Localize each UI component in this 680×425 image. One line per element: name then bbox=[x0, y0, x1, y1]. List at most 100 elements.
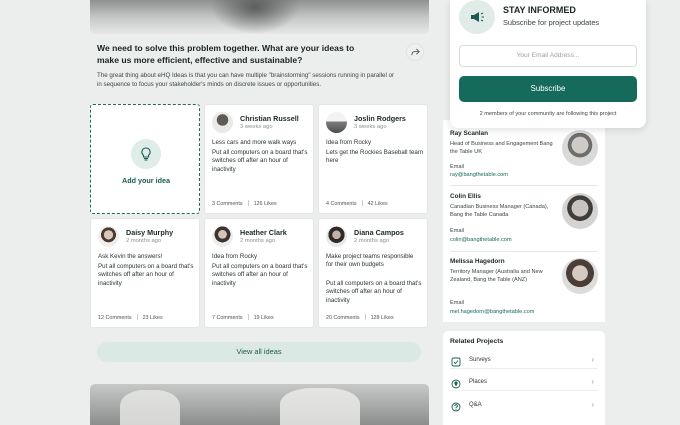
question-icon bbox=[450, 401, 461, 412]
contact-photo bbox=[562, 193, 598, 229]
related-item-qa[interactable]: Q&A › bbox=[450, 398, 598, 414]
avatar bbox=[326, 112, 347, 133]
related-item-surveys[interactable]: Surveys › bbox=[450, 353, 598, 369]
idea-stats: 20 Comments 128 Likes bbox=[326, 314, 394, 321]
contact-email-label: Email bbox=[450, 300, 464, 306]
related-item-label: Surveys bbox=[469, 357, 491, 363]
divider bbox=[450, 185, 598, 186]
stay-informed-subtitle: Subscribe for project updates bbox=[503, 18, 600, 27]
contact-role: Canadian Business Manager (Canada), Bang… bbox=[450, 204, 549, 218]
idea-title: Ask Kevin the answers! bbox=[98, 253, 163, 260]
divider bbox=[450, 251, 598, 252]
megaphone-icon-circle bbox=[459, 0, 495, 34]
idea-author: Christian Russell bbox=[240, 114, 299, 123]
idea-time: 2 months ago bbox=[354, 238, 390, 244]
share-icon bbox=[410, 48, 420, 55]
idea-body: Put all computers on a board that's swit… bbox=[326, 280, 422, 304]
avatar bbox=[98, 226, 119, 247]
idea-author: Diana Campos bbox=[354, 228, 404, 237]
avatar bbox=[212, 112, 233, 133]
idea-card[interactable]: Diana Campos 2 months ago Make project t… bbox=[318, 218, 428, 328]
add-idea-label: Add your idea bbox=[122, 176, 170, 185]
contact-card: Melissa Hagedorn Territory Manager (Aust… bbox=[450, 258, 600, 322]
avatar bbox=[212, 226, 233, 247]
idea-card[interactable]: Heather Clark 2 months ago Idea from Roc… bbox=[204, 218, 314, 328]
stay-informed-card: STAY INFORMED Subscribe for project upda… bbox=[450, 0, 646, 128]
add-idea-icon-circle bbox=[131, 139, 161, 169]
stay-informed-title: STAY INFORMED bbox=[503, 5, 576, 15]
chevron-right-icon: › bbox=[591, 377, 594, 386]
divider bbox=[450, 368, 598, 369]
hero-image-bottom bbox=[90, 384, 429, 425]
idea-likes: 126 Likes bbox=[253, 201, 277, 207]
contact-name: Colin Ellis bbox=[450, 193, 481, 200]
related-item-places[interactable]: Places › bbox=[450, 375, 598, 391]
idea-time: 2 months ago bbox=[240, 238, 276, 244]
idea-title: Less cars and more walk ways bbox=[212, 139, 297, 146]
lightbulb-icon bbox=[141, 147, 151, 161]
email-input[interactable]: Your Email Address... bbox=[459, 45, 637, 67]
idea-stats: 7 Comments 19 Likes bbox=[212, 314, 274, 321]
idea-card[interactable]: Christian Russell 3 weeks ago Less cars … bbox=[204, 104, 314, 214]
add-idea-card[interactable]: Add your idea bbox=[90, 104, 200, 214]
question-title: We need to solve this problem together. … bbox=[97, 43, 355, 65]
idea-author: Joslin Rodgers bbox=[354, 114, 406, 123]
contact-card: Colin Ellis Canadian Business Manager (C… bbox=[450, 193, 600, 253]
idea-body: Put all computers on a board that's swit… bbox=[212, 263, 308, 287]
followers-text: 2 members of your community are followin… bbox=[479, 111, 617, 117]
contact-role: Territory Manager (Australia and New Zea… bbox=[450, 269, 543, 283]
idea-comments: 4 Comments bbox=[326, 201, 357, 207]
idea-comments: 7 Comments bbox=[212, 315, 243, 321]
chevron-right-icon: › bbox=[591, 400, 594, 409]
idea-likes: 128 Likes bbox=[370, 315, 394, 321]
idea-stats: 4 Comments 42 Likes bbox=[326, 200, 388, 207]
idea-author: Heather Clark bbox=[240, 228, 287, 237]
idea-time: 3 weeks ago bbox=[240, 124, 273, 130]
idea-card[interactable]: Joslin Rodgers 3 weeks ago Idea from Roc… bbox=[318, 104, 428, 214]
related-projects-panel: Related Projects Surveys › Places › Q&A … bbox=[443, 331, 605, 425]
contact-email-label: Email bbox=[450, 228, 464, 234]
contact-name: Melissa Hagedorn bbox=[450, 258, 505, 265]
idea-stats: 3 Comments 126 Likes bbox=[212, 200, 277, 207]
contact-card: Ray Scanlan Head of Business and Engagem… bbox=[450, 130, 600, 190]
idea-card[interactable]: Daisy Murphy 2 months ago Ask Kevin the … bbox=[90, 218, 200, 328]
idea-title: Idea from Rocky bbox=[212, 253, 258, 260]
idea-body: Put all computers on a board that's swit… bbox=[212, 149, 308, 173]
contact-email[interactable]: mel.hagedorn@bangthetable.com bbox=[450, 309, 534, 315]
idea-title: Make project teams responsible for their… bbox=[326, 253, 414, 269]
contact-email[interactable]: ray@bangthetable.com bbox=[450, 172, 508, 178]
contact-email[interactable]: colin@bangthetable.com bbox=[450, 237, 512, 243]
idea-likes: 19 Likes bbox=[253, 315, 274, 321]
avatar bbox=[326, 226, 347, 247]
idea-author: Daisy Murphy bbox=[126, 228, 174, 237]
contact-name: Ray Scanlan bbox=[450, 130, 489, 137]
contact-photo bbox=[562, 130, 598, 166]
idea-comments: 12 Comments bbox=[98, 315, 132, 321]
divider bbox=[450, 390, 598, 391]
related-projects-title: Related Projects bbox=[450, 338, 504, 345]
idea-stats: 12 Comments 23 Likes bbox=[98, 314, 163, 321]
chevron-right-icon: › bbox=[591, 355, 594, 364]
checklist-icon bbox=[450, 356, 461, 367]
view-all-ideas-button[interactable]: View all ideas bbox=[97, 342, 421, 362]
contact-role: Head of Business and Engagement Bang the… bbox=[450, 141, 553, 155]
hero-image-top bbox=[90, 0, 429, 34]
contacts-panel: Ray Scanlan Head of Business and Engagem… bbox=[443, 120, 605, 322]
idea-time: 2 months ago bbox=[126, 238, 162, 244]
contact-photo bbox=[562, 258, 598, 294]
question-description: The great thing about eHQ Ideas is that … bbox=[97, 72, 395, 88]
idea-time: 3 weeks ago bbox=[354, 124, 387, 130]
related-item-label: Places bbox=[469, 379, 488, 385]
idea-likes: 42 Likes bbox=[367, 201, 388, 207]
ideas-grid: Add your idea Christian Russell 3 weeks … bbox=[90, 100, 429, 372]
idea-title: Idea from Rocky bbox=[326, 139, 372, 146]
main-column: We need to solve this problem together. … bbox=[83, 0, 437, 425]
idea-body: Put all computers on a board that's swit… bbox=[98, 263, 194, 287]
map-pin-icon bbox=[450, 378, 461, 389]
idea-comments: 3 Comments bbox=[212, 201, 243, 207]
idea-body: Lets get the Rockies Baseball team here bbox=[326, 149, 423, 165]
question-card: We need to solve this problem together. … bbox=[90, 34, 429, 92]
subscribe-button[interactable]: Subscribe bbox=[459, 76, 637, 102]
sidebar: Ray Scanlan Head of Business and Engagem… bbox=[443, 0, 646, 425]
share-button[interactable] bbox=[406, 43, 424, 61]
